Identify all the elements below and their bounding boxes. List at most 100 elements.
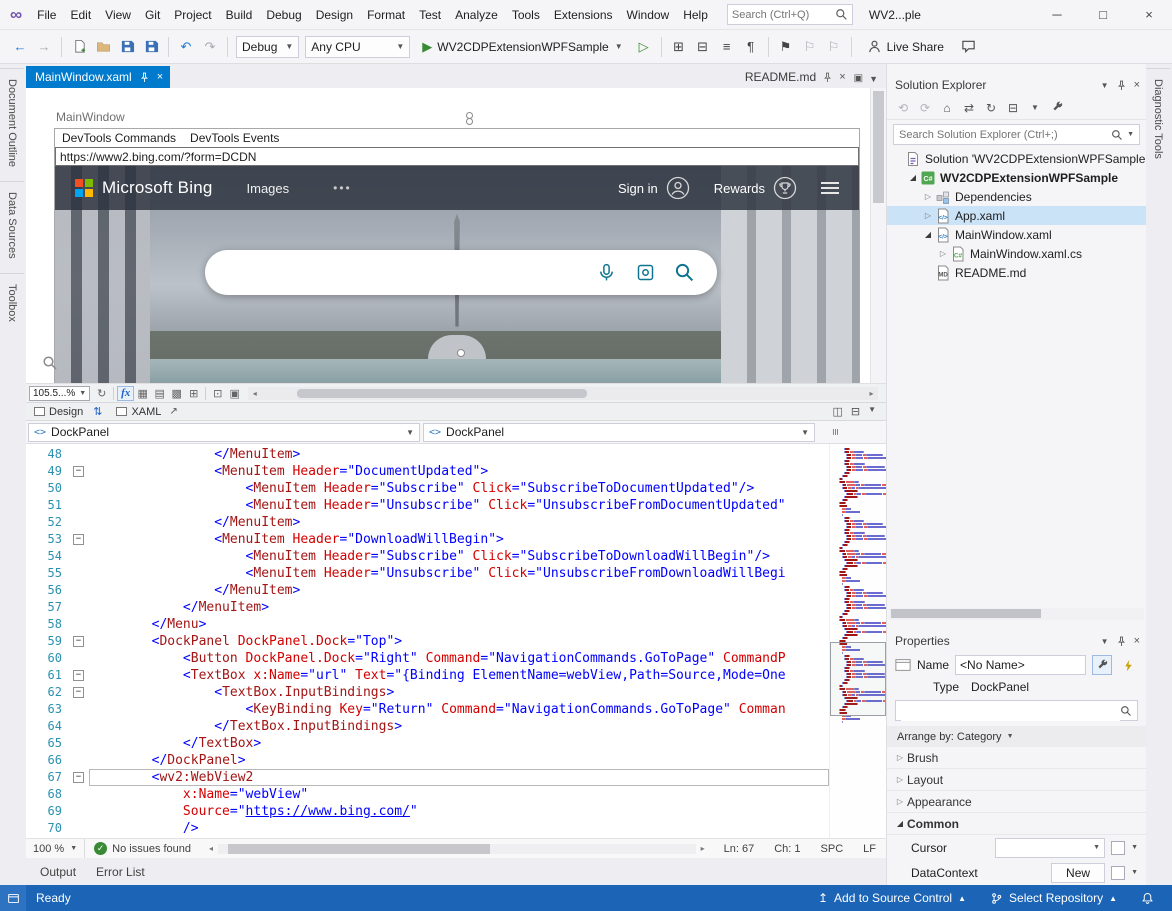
select-repository-button[interactable]: Select Repository ▲ [980,885,1127,911]
start-debugging-button[interactable]: ▶ WV2CDPExtensionWPFSample ▼ [416,35,628,59]
scrollbar-track[interactable] [261,389,865,398]
xaml-view-label[interactable]: XAML [131,406,161,418]
side-tab-document-outline[interactable]: Document Outline [0,68,24,177]
menu-git[interactable]: Git [138,4,167,26]
notifications-button[interactable] [1131,885,1164,911]
navigate-forward-icon[interactable]: → [33,36,55,58]
webview-bing-page[interactable]: Microsoft Bing Images ••• Sign in Reward… [55,166,859,383]
name-input[interactable] [955,655,1086,675]
window-position-chevron-icon[interactable]: ▼ [1101,81,1109,90]
selection-handle[interactable] [457,349,465,357]
search-input[interactable] [732,9,835,21]
spaces-indicator[interactable]: SPC [811,843,854,855]
panel-tab-output[interactable]: Output [30,860,86,884]
fold-collapse-icon[interactable]: − [73,466,84,477]
bing-rewards[interactable]: Rewards [714,176,797,200]
tab-readme-md[interactable]: README.md × [739,66,852,88]
fold-collapse-icon[interactable]: − [73,772,84,783]
line-ending-indicator[interactable]: LF [853,843,886,855]
panel-splitter[interactable] [887,620,1146,630]
panel-tab-error-list[interactable]: Error List [86,860,155,884]
bing-images-link[interactable]: Images [247,181,290,196]
save-icon[interactable] [116,36,138,58]
break-all-icon[interactable]: ⊞ [668,36,690,58]
minimize-button[interactable]: ─ [1034,0,1080,30]
tree-item-mainwindow-xaml-cs[interactable]: ▷C#MainWindow.xaml.cs [887,244,1146,263]
code-line-64[interactable]: 64 </TextBox.InputBindings> [26,718,829,735]
breadcrumb-right-dropdown[interactable]: <> DockPanel ▼ [423,423,815,442]
microphone-icon[interactable] [596,262,617,283]
open-folder-icon[interactable] [92,36,114,58]
pin-icon[interactable] [1116,80,1127,91]
tree-item-mainwindow-xaml[interactable]: ◢</>MainWindow.xaml [887,225,1146,244]
properties-search[interactable] [895,700,1138,721]
issues-indicator[interactable]: ✓ No issues found [85,842,200,855]
menu-format[interactable]: Format [360,4,412,26]
menu-view[interactable]: View [98,4,138,26]
resize-handle[interactable] [466,112,474,126]
designer-vertical-scrollbar[interactable] [870,88,886,383]
expand-arrow-icon[interactable]: ▷ [921,211,935,220]
find-in-files-icon[interactable]: ≡ [716,36,738,58]
category-common[interactable]: ◢Common [887,813,1146,835]
code-line-53[interactable]: 53− <MenuItem Header="DownloadWillBegin"… [26,531,829,548]
effects-toggle-button[interactable]: fx [117,386,134,401]
close-pane-icon[interactable]: × [1134,79,1140,91]
hamburger-menu-icon[interactable] [821,182,839,194]
code-line-70[interactable]: 70 /> [26,820,829,837]
fold-collapse-icon[interactable]: − [73,534,84,545]
scrollbar-thumb[interactable] [297,389,587,398]
refresh-designer-icon[interactable]: ↻ [93,386,110,401]
horizontal-split-icon[interactable]: ⊟ [851,405,860,418]
code-line-67[interactable]: 67− <wv2:WebView2 [26,769,829,786]
minimap-viewport[interactable] [830,642,886,716]
feedback-icon[interactable] [958,36,980,58]
category-layout[interactable]: ▷Layout [887,769,1146,791]
search-icon[interactable] [1120,705,1132,717]
tree-item-solution-wv2cdpextensionwpfsample[interactable]: Solution 'WV2CDPExtensionWPFSample' [887,149,1146,168]
show-grid-icon[interactable]: ▦ [134,386,151,401]
code-line-68[interactable]: 68 x:Name="webView" [26,786,829,803]
scroll-left-icon[interactable]: ◂ [204,844,218,853]
quick-actions-icon[interactable]: ⊟ [692,36,714,58]
add-to-source-control-button[interactable]: ↥ Add to Source Control ▲ [808,885,976,911]
solution-explorer-header[interactable]: Solution Explorer ▼ × [887,74,1146,96]
code-line-62[interactable]: 62− <TextBox.InputBindings> [26,684,829,701]
code-line-65[interactable]: 65 </TextBox> [26,735,829,752]
designed-menu-devtools-events[interactable]: DevTools Events [183,131,286,145]
scrollbar-thumb[interactable] [873,91,884,203]
designed-url-textbox[interactable]: https://www2.bing.com/?form=DCDN [55,147,859,166]
scrollbar-thumb[interactable] [891,609,1041,618]
designed-menu-devtools-commands[interactable]: DevTools Commands [55,131,183,145]
designer-horizontal-scrollbar[interactable]: ◂ ▸ [248,387,878,400]
code-line-52[interactable]: 52 </MenuItem> [26,514,829,531]
design-surface-window[interactable]: DevTools CommandsDevTools Events https:/… [54,128,860,384]
tree-item-app-xaml[interactable]: ▷</>App.xaml [887,206,1146,225]
solution-search-input[interactable] [899,129,1107,141]
expand-arrow-icon[interactable]: ▷ [893,797,907,806]
solution-configuration-dropdown[interactable]: Debug ▼ [236,36,299,58]
editor-horizontal-scrollbar[interactable]: ◂ ▸ [204,842,710,856]
tree-item-dependencies[interactable]: ▷Dependencies [887,187,1146,206]
save-all-icon[interactable] [140,36,162,58]
property-marker-icon[interactable] [1111,841,1125,855]
code-line-61[interactable]: 61− <TextBox x:Name="url" Text="{Binding… [26,667,829,684]
swap-panes-icon[interactable]: ⇅ [93,405,102,418]
expand-arrow-icon[interactable]: ▷ [936,249,950,258]
expand-arrow-icon[interactable]: ▷ [921,192,935,201]
scrollbar-thumb[interactable] [228,844,491,854]
bing-sign-in[interactable]: Sign in [618,176,690,200]
view-filter-chevron-icon[interactable]: ▼ [1025,98,1045,118]
close-tab-icon[interactable]: × [157,71,163,83]
menu-debug[interactable]: Debug [259,4,308,26]
sync-with-active-document-icon[interactable]: ⇄ [959,98,979,118]
tab-list-chevron-icon[interactable]: ▼ [869,74,878,84]
code-line-59[interactable]: 59− <DockPanel DockPanel.Dock="Top"> [26,633,829,650]
pin-icon[interactable] [822,72,833,83]
scroll-right-icon[interactable]: ▸ [865,389,878,398]
collapse-arrow-icon[interactable]: ◢ [893,819,907,828]
menu-test[interactable]: Test [412,4,448,26]
snap-to-snaplines-icon[interactable]: ⊡ [209,386,226,401]
pin-icon[interactable] [1116,636,1127,647]
annotations-icon[interactable]: ⊞ [185,386,202,401]
